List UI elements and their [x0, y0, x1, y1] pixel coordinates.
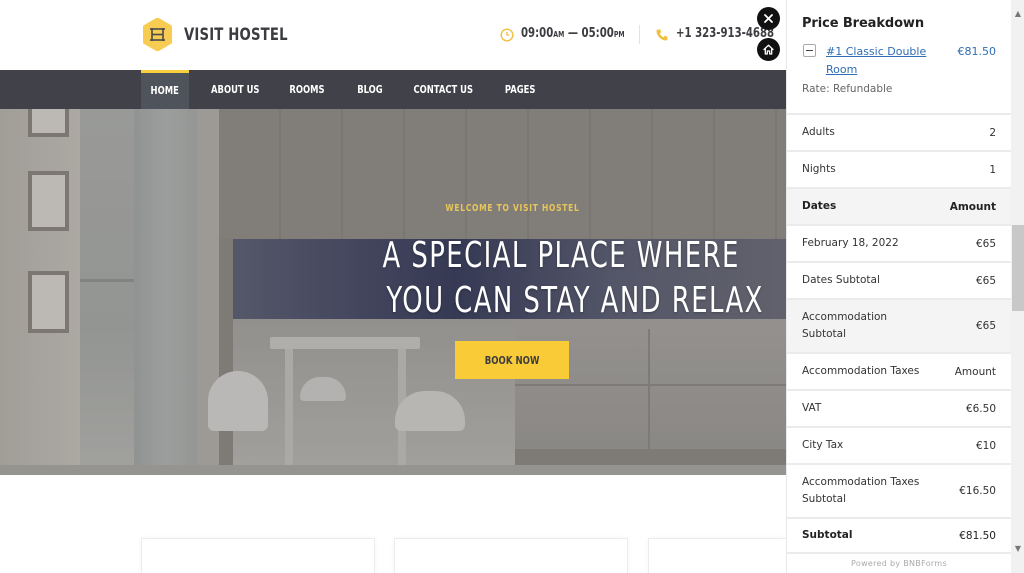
clock-icon	[500, 27, 514, 42]
room-price: €81.50	[957, 45, 997, 58]
phone-contact[interactable]: +1 323-913-4688	[655, 26, 802, 41]
row-label: Dates Subtotal	[802, 274, 880, 286]
scrollbar-thumb[interactable]	[1012, 225, 1024, 311]
row-label: Dates	[802, 200, 837, 212]
book-now-button[interactable]: BOOK NOW	[455, 341, 569, 379]
price-row-vat: VAT €6.50	[787, 389, 1011, 426]
price-row-nights: Nights 1	[787, 150, 1011, 187]
feature-card	[394, 538, 628, 573]
row-label: Subtotal	[802, 529, 853, 541]
row-value: €65	[975, 274, 996, 287]
nav-item-home[interactable]: HOME	[141, 70, 189, 109]
price-row-dates-subtotal: Dates Subtotal €65	[787, 261, 1011, 298]
hostel-h-icon	[141, 18, 174, 51]
price-row-taxes-subtotal: Accommodation Taxes Subtotal €16.50	[787, 463, 1011, 517]
nav-item-rooms[interactable]: ROOMS	[283, 70, 331, 109]
feature-card	[648, 538, 786, 573]
scroll-down-icon[interactable]: ▼	[1011, 541, 1024, 555]
price-row-taxes-header: Accommodation Taxes Amount	[787, 352, 1011, 389]
price-row-subtotal: Subtotal €81.50	[787, 517, 1011, 554]
price-rows: Adults 2 Nights 1 Dates Amount February 18,…	[787, 113, 1011, 554]
row-value: €81.50	[959, 529, 996, 542]
hero-banner: WELCOME TO VISIT HOSTEL A SPECIAL PLACE …	[0, 109, 786, 475]
row-label: Accommodation Taxes	[802, 365, 920, 377]
row-value: €16.50	[959, 485, 996, 497]
price-row-date: February 18, 2022 €65	[787, 224, 1011, 261]
row-label: City Tax	[802, 439, 844, 451]
price-breakdown-content: Price Breakdown #1 Classic Double Room €…	[787, 0, 1011, 573]
header-divider	[639, 25, 640, 44]
close-icon	[764, 14, 773, 23]
row-value: 2	[989, 126, 996, 139]
price-breakdown-title: Price Breakdown	[802, 16, 925, 31]
panel-scrollbar[interactable]: ▲ ▼	[1011, 0, 1024, 573]
row-label: VAT	[802, 402, 822, 414]
site-logo[interactable]: VISIT HOSTEL	[141, 18, 317, 51]
feature-card	[141, 538, 375, 573]
row-value: 1	[989, 163, 996, 176]
price-row-dates-header: Dates Amount	[787, 187, 1011, 224]
hero-title-line-1: A SPECIAL PLACE WHERE	[382, 235, 740, 276]
hero-tagline: WELCOME TO VISIT HOSTEL	[444, 203, 580, 214]
opening-hours: 09:00AM — 05:00PM	[500, 26, 654, 42]
price-row-city-tax: City Tax €10	[787, 426, 1011, 463]
hero-title-line-2: YOU CAN STAY AND RELAX	[386, 280, 764, 321]
room-link[interactable]: #1 Classic Double Room	[826, 43, 941, 79]
row-value: €65	[975, 237, 996, 250]
row-label: Adults	[802, 126, 835, 138]
price-row-accommodation-subtotal: Accommodation Subtotal €65	[787, 298, 1011, 352]
row-label: Accommodation Taxes Subtotal	[802, 476, 920, 505]
row-value: €10	[975, 439, 996, 452]
row-value: Amount	[954, 365, 996, 378]
row-label: February 18, 2022	[802, 237, 899, 249]
nav-item-about-us[interactable]: ABOUT US	[205, 70, 265, 109]
phone-number: +1 323-913-4688	[676, 26, 775, 41]
row-label: Accommodation Subtotal	[802, 311, 888, 340]
row-value: Amount	[949, 200, 996, 213]
home-icon	[763, 44, 774, 55]
minus-icon[interactable]	[803, 44, 816, 57]
nav-item-contact-us[interactable]: CONTACT US	[410, 70, 476, 109]
nav-item-pages[interactable]: PAGES	[497, 70, 543, 109]
brand-name: VISIT HOSTEL	[184, 24, 288, 45]
price-breakdown-panel: Price Breakdown #1 Classic Double Room €…	[786, 0, 1024, 573]
close-panel-button[interactable]	[757, 7, 780, 30]
home-button[interactable]	[757, 38, 780, 61]
powered-by: Powered by BNBForms	[851, 559, 947, 568]
phone-icon	[655, 27, 669, 41]
row-value: €6.50	[965, 402, 996, 415]
main-nav: HOME ABOUT US ROOMS BLOG CONTACT US PAGE…	[0, 70, 786, 109]
price-row-adults: Adults 2	[787, 113, 1011, 150]
nav-item-blog[interactable]: BLOG	[350, 70, 390, 109]
scroll-up-icon[interactable]: ▲	[1011, 6, 1024, 20]
content-section	[0, 475, 786, 573]
row-value: €65	[975, 320, 996, 332]
hours-text: 09:00AM — 05:00PM	[521, 26, 625, 41]
site-header: VISIT HOSTEL 09:00AM — 05:00PM +1 323-91…	[0, 0, 786, 70]
row-label: Nights	[802, 163, 836, 175]
rate-text: Rate: Refundable	[802, 83, 893, 95]
